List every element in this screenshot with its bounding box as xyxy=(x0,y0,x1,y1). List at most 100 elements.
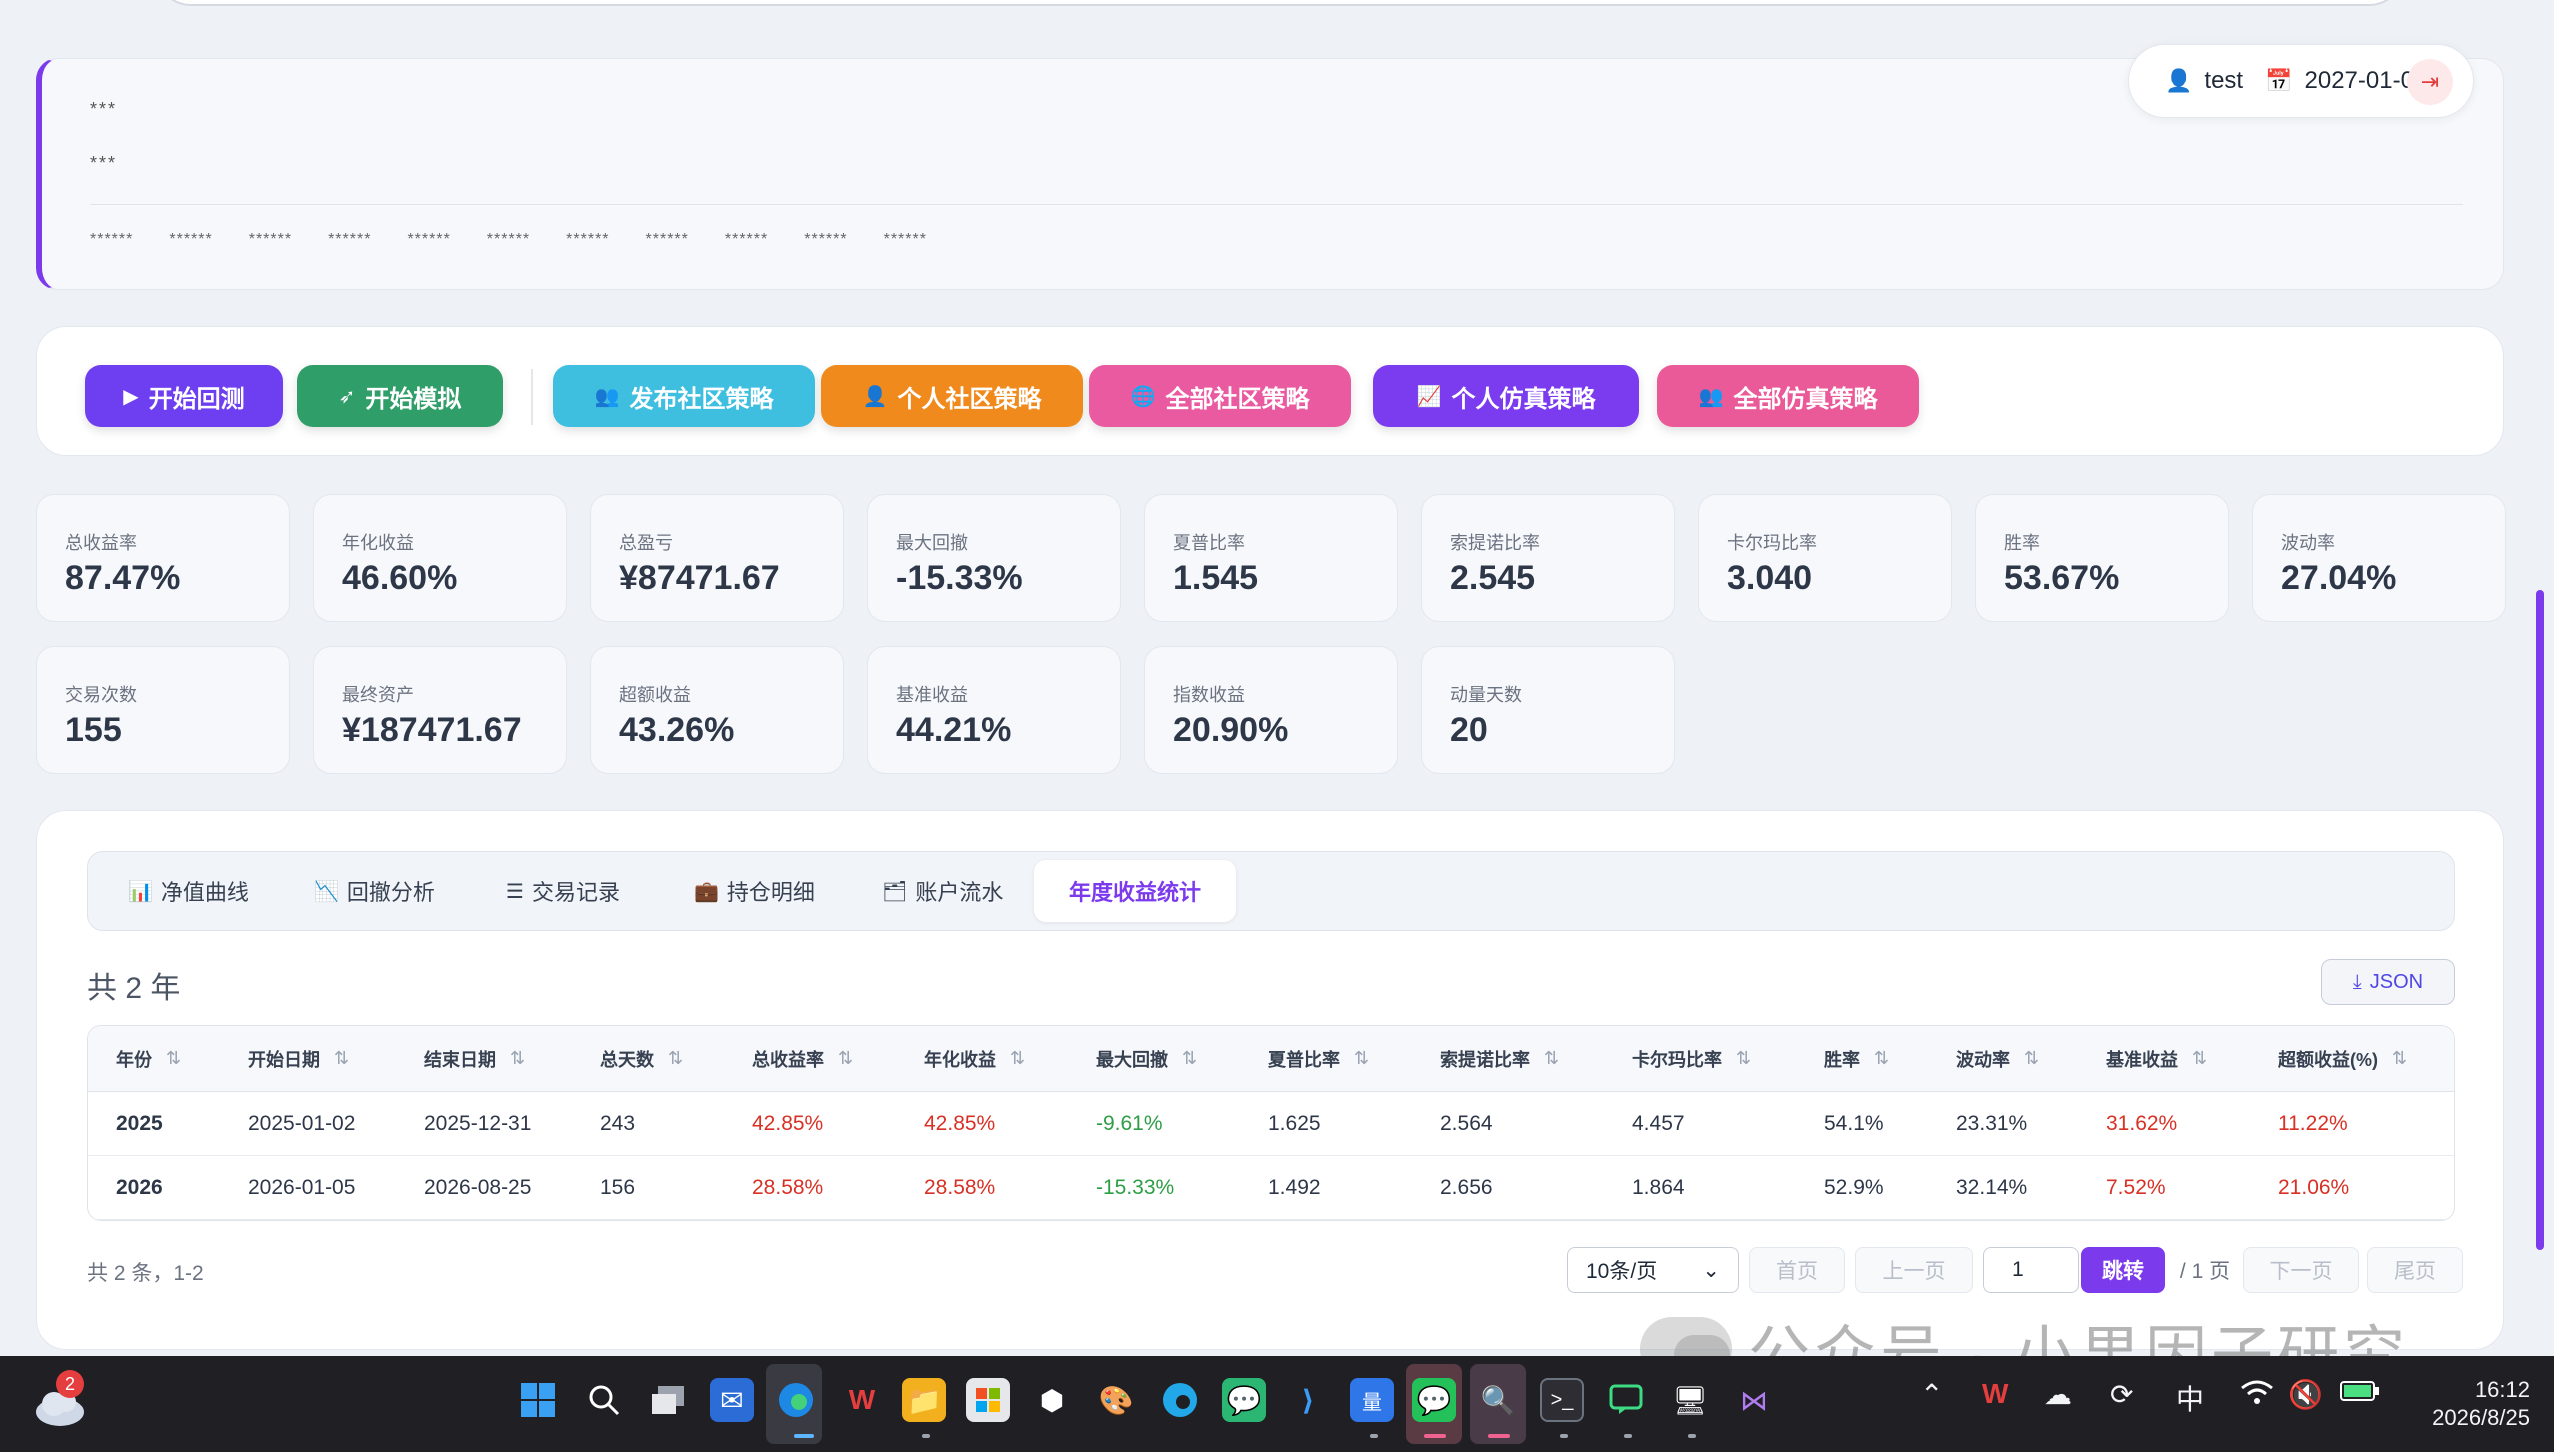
sort-icon[interactable]: ⇅ xyxy=(510,1048,525,1069)
action-button-label: 全部社区策略 xyxy=(1165,385,1310,413)
wifi-icon[interactable] xyxy=(2240,1378,2274,1413)
tab-account-flow[interactable]: 🗂 账户流水 xyxy=(862,860,1023,922)
sort-icon[interactable]: ⇅ xyxy=(1736,1048,1751,1069)
system-clock[interactable]: 16:12 2026/8/25 xyxy=(2400,1376,2530,1432)
metric-label: 胜率 xyxy=(2004,533,2040,553)
edge-browser-icon[interactable] xyxy=(774,1378,818,1422)
paint-icon[interactable]: 🎨 xyxy=(1094,1378,1138,1422)
list-icon: ☰ xyxy=(506,880,524,903)
table-cell: 11.22% xyxy=(2278,1111,2348,1135)
sort-icon[interactable]: ⇅ xyxy=(2024,1048,2039,1069)
running-indicator xyxy=(1688,1434,1696,1438)
refresh-icon[interactable]: ⟳ xyxy=(2110,1378,2133,1411)
tab-trades[interactable]: ☰ 交易记录 xyxy=(486,860,640,922)
header-param: ****** xyxy=(407,231,451,248)
vscode-icon[interactable]: ⟩ xyxy=(1286,1378,1330,1422)
column-header[interactable]: 总天数 ⇅ xyxy=(600,1026,683,1091)
action-button-2[interactable]: ➶ 开始模拟 xyxy=(297,365,503,427)
running-indicator xyxy=(1424,1434,1446,1438)
sort-icon[interactable]: ⇅ xyxy=(2392,1048,2407,1069)
sort-icon[interactable]: ⇅ xyxy=(1544,1048,1559,1069)
cloud-sync-icon[interactable]: ☁ xyxy=(2044,1378,2072,1411)
volume-muted-icon[interactable]: 🔇 xyxy=(2288,1378,2323,1411)
column-header[interactable]: 年化收益 ⇅ xyxy=(924,1026,1025,1091)
column-header[interactable]: 基准收益 ⇅ xyxy=(2106,1026,2207,1091)
wps-tray-icon[interactable]: W xyxy=(1982,1378,2008,1410)
sort-icon[interactable]: ⇅ xyxy=(166,1048,181,1069)
ime-indicator[interactable]: 中 xyxy=(2176,1378,2204,1418)
action-button-label: 个人社区策略 xyxy=(897,385,1042,413)
sort-icon[interactable]: ⇅ xyxy=(1354,1048,1369,1069)
battery-icon[interactable] xyxy=(2340,1378,2380,1410)
cube-app-icon[interactable]: ⬢ xyxy=(1030,1378,1074,1422)
metric-label: 动量天数 xyxy=(1450,685,1522,705)
message-icon[interactable] xyxy=(1604,1378,1648,1422)
sort-icon[interactable]: ⇅ xyxy=(2192,1048,2207,1069)
qmt-app-icon[interactable]: 量 xyxy=(1350,1378,1394,1422)
column-header[interactable]: 波动率 ⇅ xyxy=(1956,1026,2039,1091)
action-button-3[interactable]: 👥 发布社区策略 xyxy=(553,365,815,427)
last-page-button[interactable]: 尾页 xyxy=(2367,1247,2463,1293)
tab-annual-stats[interactable]: 年度收益统计 xyxy=(1034,860,1236,922)
prev-page-button[interactable]: 上一页 xyxy=(1855,1247,1973,1293)
sort-icon[interactable]: ⇅ xyxy=(668,1048,683,1069)
action-button-4[interactable]: 👤 个人社区策略 xyxy=(821,365,1083,427)
action-button-6[interactable]: 📈 个人仿真策略 xyxy=(1373,365,1639,427)
chevron-up-icon[interactable]: ⌃ xyxy=(1920,1378,1943,1411)
column-header[interactable]: 超额收益(%) ⇅ xyxy=(2278,1026,2407,1091)
column-header[interactable]: 夏普比率 ⇅ xyxy=(1268,1026,1369,1091)
sort-icon[interactable]: ⇅ xyxy=(1182,1048,1197,1069)
running-indicator xyxy=(794,1434,814,1438)
metric-value: ¥87471.67 xyxy=(619,559,780,597)
start-menu-icon[interactable] xyxy=(516,1378,560,1422)
search-icon[interactable] xyxy=(582,1378,626,1422)
tab-nav-curve[interactable]: 📊 净值曲线 xyxy=(108,860,269,922)
action-button-7[interactable]: 👥 全部仿真策略 xyxy=(1657,365,1919,427)
metric-card: 总收益率 87.47% xyxy=(36,494,290,622)
column-header[interactable]: 年份 ⇅ xyxy=(116,1026,181,1091)
action-button-5[interactable]: 🌐 全部社区策略 xyxy=(1089,365,1351,427)
column-header-label: 总天数 xyxy=(600,1049,654,1070)
sort-icon[interactable]: ⇅ xyxy=(838,1048,853,1069)
column-header[interactable]: 最大回撤 ⇅ xyxy=(1096,1026,1197,1091)
chat-app-icon[interactable]: 💬 xyxy=(1222,1378,1266,1422)
column-header[interactable]: 总收益率 ⇅ xyxy=(752,1026,853,1091)
clock-time: 16:12 xyxy=(2474,1377,2530,1402)
logout-button[interactable]: ⇥ xyxy=(2407,59,2453,105)
wechat-icon[interactable]: 💬 xyxy=(1412,1378,1456,1422)
tab-drawdown[interactable]: 📉 回撤分析 xyxy=(294,860,455,922)
sort-icon[interactable]: ⇅ xyxy=(1874,1048,1889,1069)
search-tool-icon[interactable]: 🔍 xyxy=(1476,1378,1520,1422)
page-size-select[interactable]: 10条/页 ⌄ xyxy=(1567,1247,1739,1293)
file-explorer-icon[interactable]: 📁 xyxy=(902,1378,946,1422)
results-card: 📊 净值曲线 📉 回撤分析 ☰ 交易记录 💼 持仓明细 🗂 账户流水 年度收益统计 共 2 年 ⤓ … xyxy=(36,810,2504,1350)
task-view-icon[interactable] xyxy=(646,1378,690,1422)
table-cell: 42.85% xyxy=(924,1111,996,1135)
page-scrollbar[interactable] xyxy=(2536,590,2544,1250)
sort-icon[interactable]: ⇅ xyxy=(1010,1048,1025,1069)
column-header[interactable]: 索提诺比率 ⇅ xyxy=(1440,1026,1559,1091)
table-cell: 28.58% xyxy=(752,1175,824,1199)
column-header[interactable]: 结束日期 ⇅ xyxy=(424,1026,525,1091)
column-header[interactable]: 胜率 ⇅ xyxy=(1824,1026,1889,1091)
export-json-button[interactable]: ⤓ JSON xyxy=(2321,959,2455,1005)
first-page-button[interactable]: 首页 xyxy=(1749,1247,1845,1293)
table-cell: 2025-01-02 xyxy=(248,1111,356,1135)
tab-positions[interactable]: 💼 持仓明细 xyxy=(674,860,835,922)
store-icon[interactable] xyxy=(966,1378,1010,1422)
jump-button[interactable]: 跳转 xyxy=(2081,1247,2165,1293)
visual-studio-icon[interactable]: ⋈ xyxy=(1732,1378,1776,1422)
edge-ai-icon[interactable] xyxy=(1158,1378,1202,1422)
terminal-icon[interactable]: >_ xyxy=(1540,1378,1584,1422)
remote-desktop-icon[interactable]: 🖥 xyxy=(1668,1378,1712,1422)
action-button-1[interactable]: ▶ 开始回测 xyxy=(85,365,283,427)
header-param: ****** xyxy=(724,231,769,248)
wps-icon[interactable]: W xyxy=(840,1378,884,1422)
sort-icon[interactable]: ⇅ xyxy=(334,1048,349,1069)
column-header[interactable]: 卡尔玛比率 ⇅ xyxy=(1632,1026,1751,1091)
next-page-button[interactable]: 下一页 xyxy=(2243,1247,2359,1293)
column-header[interactable]: 开始日期 ⇅ xyxy=(248,1026,349,1091)
total-pages: / 1 页 xyxy=(2179,1260,2231,1283)
mail-icon[interactable]: ✉ xyxy=(710,1378,754,1422)
page-number-input[interactable]: 1 xyxy=(1983,1247,2079,1293)
